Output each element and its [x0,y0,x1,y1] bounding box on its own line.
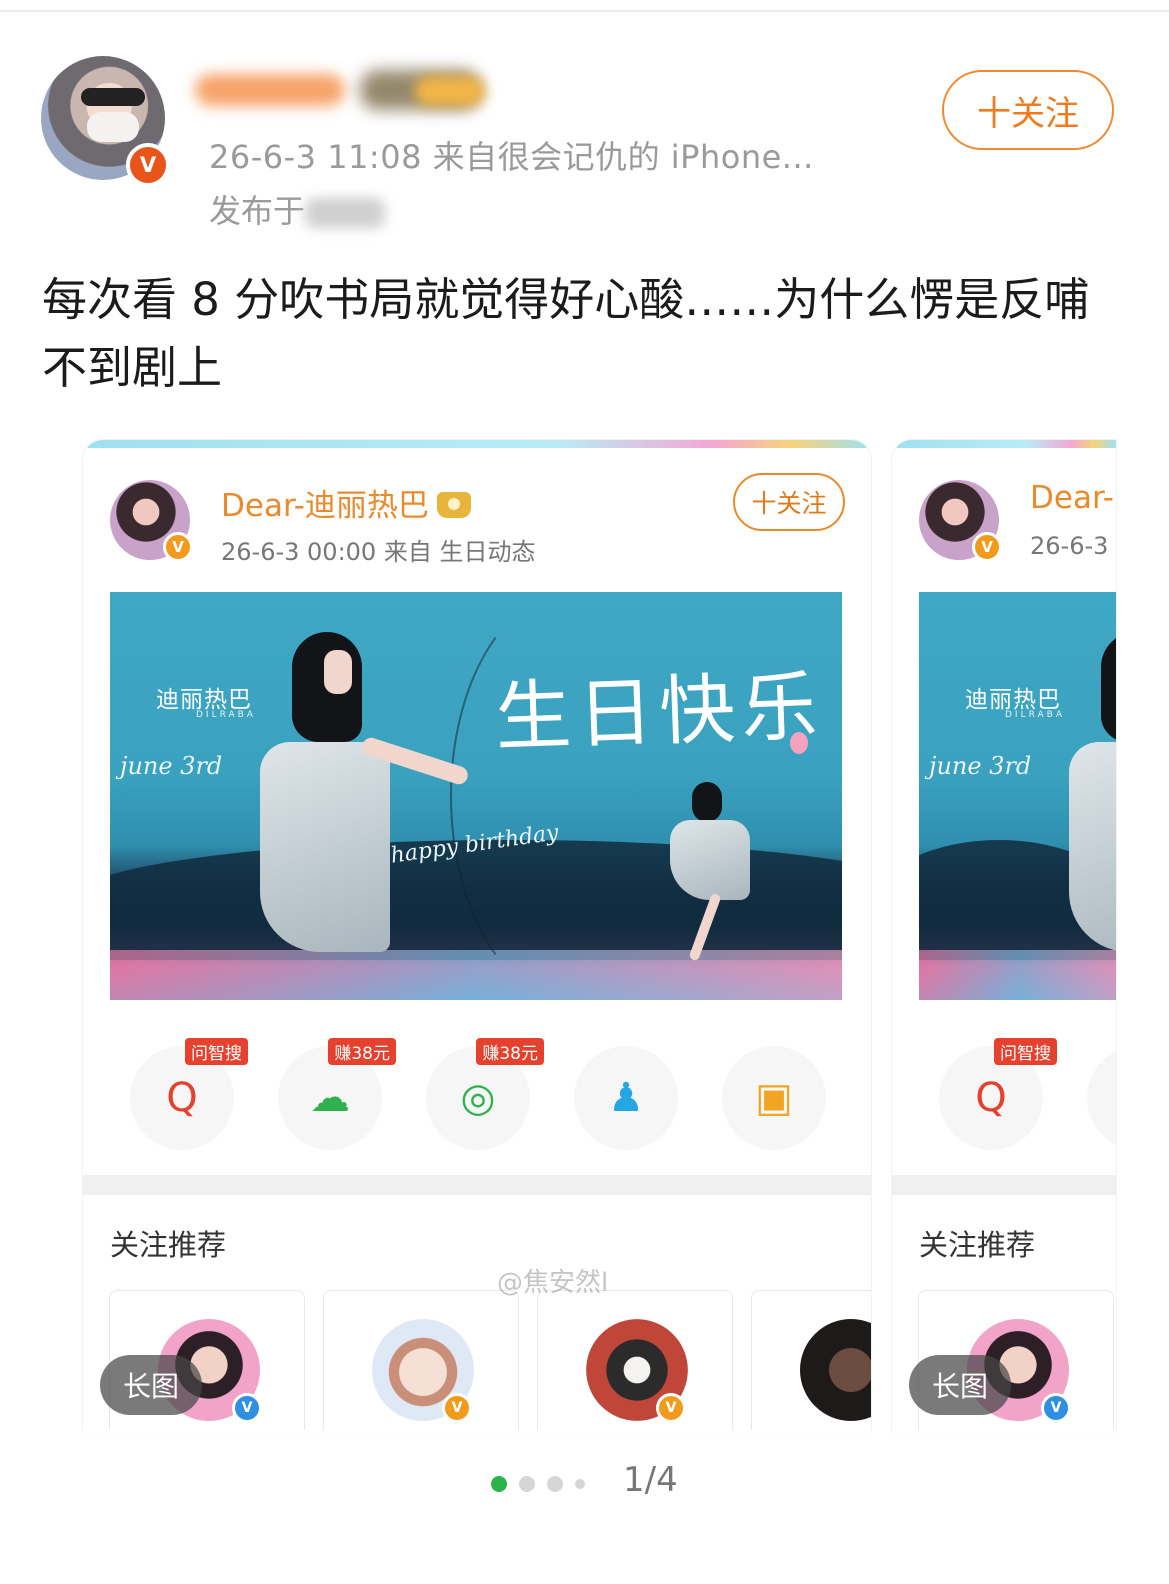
share-item-search: Q 问智搜 [130,1038,248,1150]
top-divider [0,10,1169,12]
avatar-glasses [81,88,145,106]
poster-small-figure [670,782,750,962]
image-card-1[interactable]: V Dear-迪丽热巴 26-6-3 00:00 来自 生日动态 十关注 迪丽热… [83,440,871,1436]
verified-badge-icon: V [656,1393,686,1423]
share-item-moments: ◎ 赚38元 [426,1038,544,1150]
post-location: 发布于 [209,186,386,232]
location-blurred [305,198,386,228]
poster-figure [240,632,471,952]
card-top-gradient [892,440,1116,448]
page-counter: 1/4 [623,1460,678,1500]
share-tag: 问智搜 [185,1038,248,1065]
page-dot[interactable] [547,1476,563,1492]
poster-brand: 迪丽热巴 [965,687,1061,713]
embedded-author-name: Dear- [1030,480,1114,516]
poster-brand-sub: DILRABA [1005,710,1065,720]
recommend-title: 关注推荐 [919,1228,1036,1262]
embedded-meta: 26-6-3 [1030,532,1109,560]
page-dot[interactable] [519,1476,535,1492]
post-meta: 26-6-3 11:08 来自很会记仇的 iPhone... [209,138,814,176]
section-divider [83,1175,871,1195]
poster-brand-sub: DILRABA [196,710,256,720]
post-body-text: 每次看 8 分吹书局就觉得好心酸……为什么愣是反哺不到剧上 [42,273,1090,394]
save-image-icon: ▣ [755,1075,793,1121]
blue-verified-icon: V [1041,1393,1071,1423]
location-prefix: 发布于 [209,192,306,230]
share-row: Q 问智搜 ☁ 赚38元 ◎ 赚38元 ♟ ▣ [83,1038,871,1150]
recommend-card: V [537,1290,733,1436]
share-row: Q 问智搜 [892,1038,1116,1150]
embedded-verified-badge-icon: V [163,532,193,562]
page-dot[interactable] [575,1479,585,1489]
avatar-mask [87,112,139,142]
long-image-badge: 长图 [100,1355,202,1415]
share-tag: 赚38元 [328,1038,396,1065]
verified-badge-icon: V [442,1393,472,1423]
share-tag: 赚38元 [476,1038,544,1065]
recommend-card: V [323,1290,519,1436]
poster-brand: 迪丽热巴 [156,687,252,713]
embedded-follow-button: 十关注 [733,473,845,531]
qq-icon: ♟ [608,1075,644,1121]
poster-date-script: june 3rd [120,752,223,780]
image-card-2[interactable]: V Dear- 26-6-3 迪丽热巴 DILRABA june 3rd Q 问… [892,440,1116,1436]
recommend-avatar [800,1319,871,1421]
share-item-save-image: ▣ [722,1046,826,1150]
embedded-author-name: Dear-迪丽热巴 [221,480,471,525]
search-icon: Q [975,1075,1007,1121]
search-icon: Q [166,1075,198,1121]
poster-headline: 生日快乐 [493,661,825,762]
weibo-watermark: @焦安然l [497,1268,609,1298]
author-name-blurred[interactable] [185,66,485,116]
crown-icon [436,492,471,518]
share-item-wechat: ☁ 赚38元 [278,1038,396,1150]
share-item-wechat [1087,1046,1116,1150]
recommend-title: 关注推荐 [110,1228,227,1262]
poster-date-script: june 3rd [929,752,1032,780]
birthday-poster: 迪丽热巴 DILRABA june 3rd 生日快乐 happy birthda… [110,592,842,1000]
section-divider [892,1175,1116,1195]
moments-icon: ◎ [460,1075,496,1121]
embedded-verified-badge-icon: V [972,532,1002,562]
wechat-icon: ☁ [310,1075,350,1121]
share-tag: 问智搜 [994,1038,1057,1065]
long-image-badge: 长图 [909,1355,1011,1415]
follow-button[interactable]: 十关注 [942,70,1114,150]
share-item-qq: ♟ [574,1046,678,1150]
birthday-poster: 迪丽热巴 DILRABA june 3rd [919,592,1116,1000]
verified-badge-icon: V [126,143,170,187]
blue-verified-icon: V [232,1393,262,1423]
share-item-search: Q 问智搜 [939,1038,1057,1150]
card-top-gradient [83,440,871,448]
embedded-meta: 26-6-3 00:00 来自 生日动态 [221,538,536,566]
recommend-card [751,1290,871,1436]
page-dot-active[interactable] [491,1476,507,1492]
bottom-fade [0,1430,1169,1584]
